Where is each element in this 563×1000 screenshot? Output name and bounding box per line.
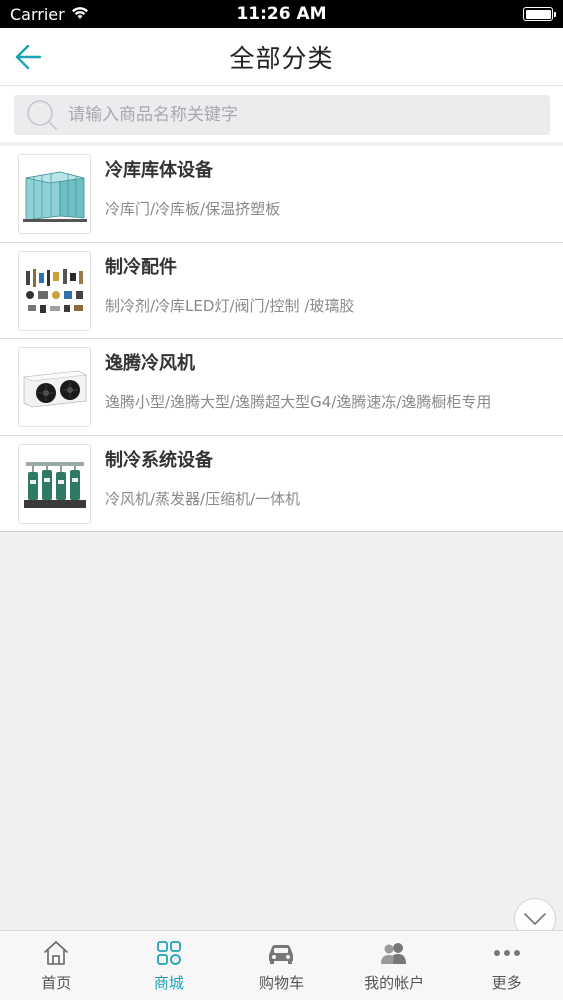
tab-more[interactable]: 更多 [450, 931, 563, 1000]
grid-icon [154, 939, 184, 967]
category-subtitle: 冷风机/蒸发器/压缩机/一体机 [105, 489, 301, 508]
refrigeration-parts-image [18, 250, 91, 331]
category-name: 制冷配件 [105, 256, 177, 278]
tab-label: 更多 [491, 974, 522, 992]
category-item-system[interactable]: 制冷系统设备 冷风机/蒸发器/压缩机/一体机 [0, 436, 563, 532]
search-icon [27, 100, 57, 130]
category-name: 冷库库体设备 [105, 160, 213, 181]
category-name: 逸腾冷风机 [105, 353, 195, 374]
search-box[interactable] [14, 95, 550, 135]
users-icon [379, 939, 409, 967]
cold-room-panels-image [18, 154, 91, 234]
category-name: 制冷系统设备 [105, 449, 213, 471]
status-left: Carrier [10, 5, 89, 24]
compressor-unit-image [18, 443, 91, 524]
tab-label: 商城 [153, 974, 184, 992]
air-cooler-image [18, 347, 91, 427]
category-subtitle: 冷库门/冷库板/保温挤塑板 [105, 200, 281, 218]
battery-icon [523, 7, 556, 21]
search-bar [0, 86, 563, 142]
page-title: 全部分类 [229, 43, 334, 73]
tab-home[interactable]: 首页 [0, 931, 113, 1000]
tab-account[interactable]: 我的帐户 [338, 931, 451, 1000]
category-subtitle: 制冷剂/冷库LED灯/阀门/控制 /玻璃胶 [105, 296, 355, 315]
car-icon [266, 939, 296, 967]
category-list: 冷库库体设备 冷库门/冷库板/保温挤塑板 制冷配件 制冷剂/冷库LED灯/阀门/… [0, 146, 563, 532]
tab-label: 购物车 [258, 974, 304, 992]
wifi-icon [71, 5, 89, 24]
nav-bar: 全部分类 [0, 28, 563, 86]
tab-cart[interactable]: 购物车 [225, 931, 338, 1000]
home-icon [41, 939, 71, 967]
back-arrow-icon [15, 44, 42, 70]
category-item-air-cooler[interactable]: 逸腾冷风机 逸腾小型/逸腾大型/逸腾超大型G4/逸腾速冻/逸腾橱柜专用 [0, 339, 563, 436]
more-icon [492, 939, 522, 967]
search-input[interactable] [68, 105, 528, 125]
category-item-cold-room[interactable]: 冷库库体设备 冷库门/冷库板/保温挤塑板 [0, 146, 563, 243]
status-bar: Carrier 11:26 AM [0, 0, 563, 28]
tab-bar: 首页 商城 购物车 我的帐户 更多 [0, 930, 563, 1000]
tab-mall[interactable]: 商城 [113, 931, 226, 1000]
chevron-down-icon [524, 913, 546, 925]
tab-label: 首页 [41, 974, 72, 992]
category-subtitle: 逸腾小型/逸腾大型/逸腾超大型G4/逸腾速冻/逸腾橱柜专用 [105, 393, 492, 411]
back-button[interactable] [8, 37, 48, 77]
tab-label: 我的帐户 [364, 974, 425, 992]
category-item-parts[interactable]: 制冷配件 制冷剂/冷库LED灯/阀门/控制 /玻璃胶 [0, 243, 563, 339]
carrier-label: Carrier [10, 4, 65, 24]
